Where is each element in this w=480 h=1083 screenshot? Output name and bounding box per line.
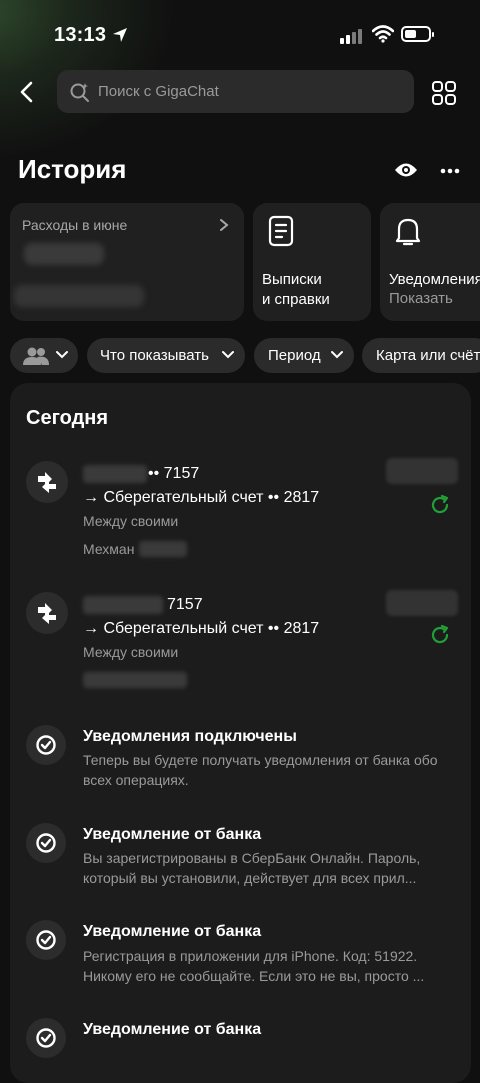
from-account: 7157 bbox=[167, 596, 203, 613]
hidden-account-name bbox=[83, 465, 147, 483]
chevron-down-icon bbox=[222, 351, 234, 359]
apps-grid-icon[interactable] bbox=[431, 80, 457, 106]
filter-card-or-account-label: Карта или счёт bbox=[376, 347, 480, 364]
filter-what-to-show[interactable]: Что показывать bbox=[87, 338, 245, 373]
status-time: 13:13 bbox=[54, 24, 107, 46]
gigachat-search-icon bbox=[70, 83, 89, 102]
transfer-avatar bbox=[26, 592, 68, 634]
statements-title: Выписки и справки bbox=[262, 271, 330, 308]
repeat-icon[interactable] bbox=[429, 624, 451, 646]
transaction-type: Между своими bbox=[83, 513, 179, 529]
more-options-icon[interactable] bbox=[440, 168, 460, 174]
notification-avatar bbox=[26, 920, 66, 960]
notification-title: Уведомление от банка bbox=[83, 923, 262, 940]
from-account: •• 7157 bbox=[148, 465, 200, 482]
statements-card[interactable]: Выписки и справки bbox=[253, 203, 371, 321]
filter-people-chip[interactable] bbox=[10, 338, 78, 373]
bell-icon bbox=[395, 218, 421, 246]
expenses-label: Расходы в июне bbox=[22, 217, 128, 233]
hidden-amount bbox=[386, 590, 458, 616]
notification-body-line2: Никому его не сообщайте. Если это не вы,… bbox=[83, 968, 425, 984]
notification-body: Теперь вы будете получать уведомления от… bbox=[83, 752, 438, 788]
transfer-arrows-icon bbox=[38, 603, 56, 624]
location-arrow-icon bbox=[113, 28, 127, 42]
chevron-right-icon bbox=[220, 219, 229, 231]
wifi-icon bbox=[372, 25, 394, 43]
expenses-card[interactable]: Расходы в июне bbox=[10, 203, 244, 321]
filter-what-to-show-label: Что показывать bbox=[100, 347, 209, 364]
repeat-icon[interactable] bbox=[429, 494, 451, 516]
document-icon bbox=[268, 215, 294, 247]
transaction-person: Мехман bbox=[83, 541, 135, 557]
page-title: История bbox=[18, 154, 127, 184]
notification-body-line2: который вы установили, действует для все… bbox=[83, 870, 417, 886]
filter-period[interactable]: Период bbox=[254, 338, 354, 373]
notifications-card-title: Уведомления bbox=[389, 271, 480, 288]
chevron-down-icon bbox=[331, 351, 343, 359]
section-today: Сегодня bbox=[26, 407, 109, 429]
notification-title: Уведомление от банка bbox=[83, 1021, 262, 1038]
hidden-person-name bbox=[83, 672, 187, 688]
transaction-type: Между своими bbox=[83, 644, 179, 660]
notification-title: Уведомления подключены bbox=[83, 728, 297, 745]
filter-period-label: Период bbox=[268, 347, 321, 364]
notification-avatar bbox=[26, 823, 66, 863]
battery-icon bbox=[401, 26, 434, 42]
transfer-arrows-icon bbox=[38, 472, 56, 493]
notification-body-line1: Вы зарегистрированы в СберБанк Онлайн. П… bbox=[83, 850, 421, 866]
notification-title: Уведомление от банка bbox=[83, 826, 262, 843]
hidden-person-surname bbox=[139, 541, 187, 557]
cellular-signal-icon bbox=[340, 29, 362, 44]
back-arrow-icon[interactable] bbox=[14, 78, 42, 106]
notification-avatar bbox=[26, 1018, 66, 1058]
hidden-amount bbox=[386, 458, 458, 484]
hidden-account-name bbox=[83, 596, 163, 614]
eye-icon[interactable] bbox=[393, 160, 419, 180]
check-circle-icon bbox=[36, 930, 56, 950]
filter-card-or-account[interactable]: Карта или счёт bbox=[362, 338, 480, 373]
notifications-card-subtitle: Показать bbox=[389, 290, 453, 307]
to-account: → Сберегательный счет •• 2817 bbox=[83, 489, 320, 506]
hidden-chart bbox=[14, 285, 144, 307]
people-icon bbox=[23, 347, 49, 365]
transfer-avatar bbox=[26, 461, 68, 503]
check-circle-icon bbox=[36, 735, 56, 755]
status-bar: 13:13 bbox=[0, 0, 480, 70]
check-circle-icon bbox=[36, 833, 56, 853]
hidden-amount bbox=[24, 243, 104, 265]
notification-avatar bbox=[26, 725, 66, 765]
check-circle-icon bbox=[36, 1028, 56, 1048]
search-placeholder: Поиск с GigaChat bbox=[98, 83, 219, 100]
search-bar[interactable]: Поиск с GigaChat bbox=[57, 70, 414, 113]
notifications-card[interactable]: Уведомления Показать bbox=[380, 203, 480, 321]
chevron-down-icon bbox=[56, 351, 68, 359]
to-account: → Сберегательный счет •• 2817 bbox=[83, 620, 320, 637]
top-bar: Поиск с GigaChat bbox=[0, 70, 480, 114]
notification-body-line1: Регистрация в приложении для iPhone. Код… bbox=[83, 948, 418, 964]
